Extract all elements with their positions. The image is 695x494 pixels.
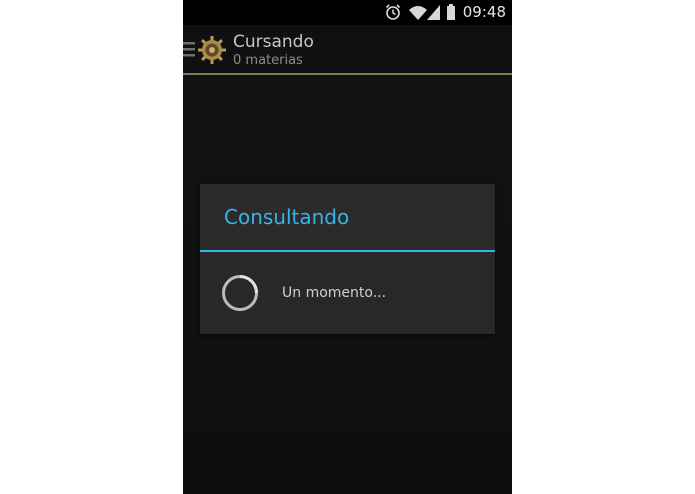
app-title: Cursando [233,32,314,52]
alarm-icon [385,4,401,20]
gear-logo-icon[interactable] [198,36,226,64]
signal-icon [427,5,440,20]
wifi-icon [409,6,427,20]
status-time: 09:48 [462,3,506,21]
drawer-indicator-icon[interactable] [183,42,195,57]
dialog-body: Un momento... [200,252,495,334]
action-bar: Cursando 0 materias [183,25,512,73]
status-bar: 09:48 [183,0,512,25]
action-bar-divider [183,73,512,75]
progress-dialog: Consultando Un momento... [200,184,495,334]
battery-icon [447,4,455,20]
dialog-title-area: Consultando [200,184,495,250]
app-subtitle: 0 materias [233,53,303,68]
phone-screen: 09:48 Cursando 0 materias Consultando Un… [183,0,512,494]
title-block: Cursando 0 materias [233,32,314,68]
dialog-message: Un momento... [282,285,387,301]
progress-spinner-icon [222,275,258,311]
dialog-title: Consultando [224,205,350,229]
